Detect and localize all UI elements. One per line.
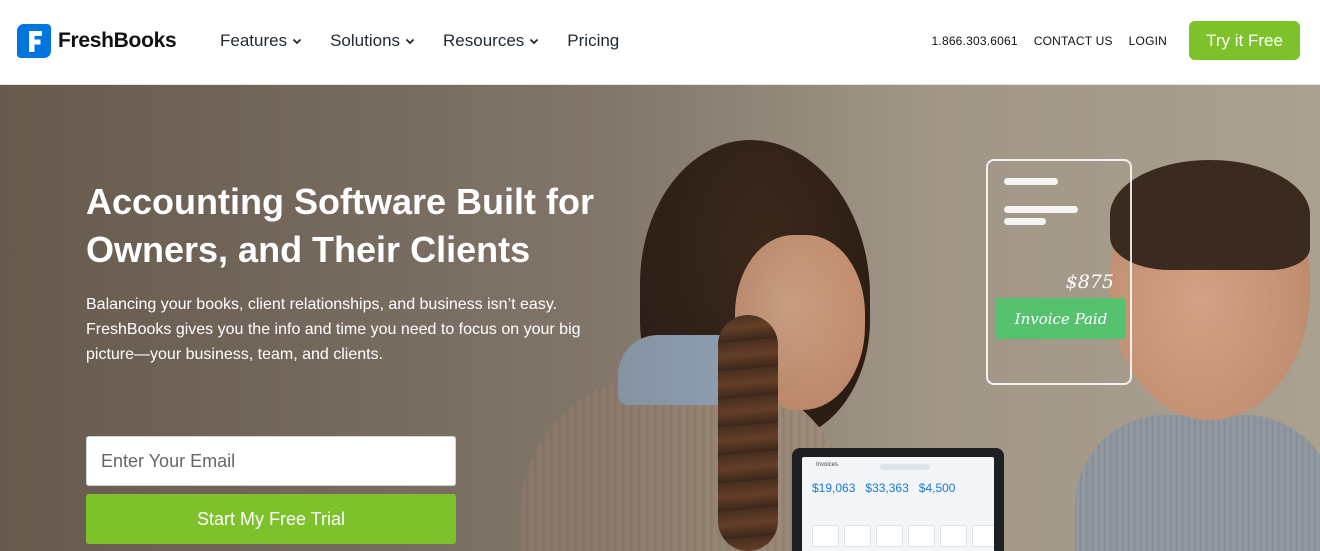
nav-features-label: Features <box>220 31 288 50</box>
invoice-line <box>1004 178 1058 185</box>
site-header: FreshBooks Features Solutions Resources … <box>0 0 1320 85</box>
logo-text: FreshBooks <box>58 29 177 52</box>
invoice-line <box>1004 206 1078 213</box>
laptop-screen-title: Invoices <box>816 462 839 468</box>
invoice-line <box>1004 218 1046 225</box>
login-link[interactable]: LOGIN <box>1129 34 1167 48</box>
laptop-card <box>812 525 839 547</box>
freshbooks-logo[interactable]: FreshBooks <box>17 24 177 58</box>
start-free-trial-button[interactable]: Start My Free Trial <box>86 494 456 544</box>
nav-solutions-label: Solutions <box>330 31 401 50</box>
laptop-amount: $19,063 <box>812 481 856 495</box>
logo-f-icon <box>17 24 51 58</box>
utility-nav: 1.866.303.6061 CONTACT US LOGIN Try it F… <box>932 21 1300 60</box>
nav-solutions[interactable]: Solutions <box>330 31 415 51</box>
invoice-paid-badge: Invoice Paid <box>996 298 1126 339</box>
try-it-free-button[interactable]: Try it Free <box>1189 21 1300 60</box>
laptop-card <box>844 525 871 547</box>
phone-link[interactable]: 1.866.303.6061 <box>932 34 1018 48</box>
nav-features[interactable]: Features <box>220 31 302 51</box>
laptop-amount: $33,363 <box>865 481 909 495</box>
laptop-card <box>876 525 903 547</box>
email-input[interactable] <box>86 436 456 486</box>
nav-resources[interactable]: Resources <box>443 31 539 51</box>
hero-section: Invoices $19,063 $33,363 $4,500 $875 Inv… <box>0 85 1320 551</box>
laptop-card <box>940 525 967 547</box>
invoice-graphic: $875 Invoice Paid <box>986 159 1132 385</box>
laptop-screen-amounts: $19,063 $33,363 $4,500 <box>812 481 955 495</box>
chevron-down-icon <box>405 38 415 45</box>
laptop-card <box>908 525 935 547</box>
nav-pricing-label: Pricing <box>567 31 620 50</box>
main-nav: Features Solutions Resources Pricing <box>220 29 619 53</box>
nav-resources-label: Resources <box>443 31 525 50</box>
chevron-down-icon <box>292 38 302 45</box>
laptop: Invoices $19,063 $33,363 $4,500 <box>792 448 1004 551</box>
invoice-amount: $875 <box>1065 271 1114 293</box>
hero-description: Balancing your books, client relationshi… <box>86 296 581 363</box>
laptop-card <box>972 525 994 547</box>
laptop-screen-cards <box>812 525 994 547</box>
laptop-amount: $4,500 <box>918 481 956 495</box>
hero-title: Accounting Software Built for Owners, an… <box>86 181 594 270</box>
chevron-down-icon <box>530 38 539 45</box>
laptop-screen-pill <box>880 464 930 470</box>
contact-us-link[interactable]: CONTACT US <box>1034 34 1113 48</box>
laptop-screen: Invoices $19,063 $33,363 $4,500 <box>802 457 994 551</box>
nav-pricing[interactable]: Pricing <box>567 31 619 51</box>
